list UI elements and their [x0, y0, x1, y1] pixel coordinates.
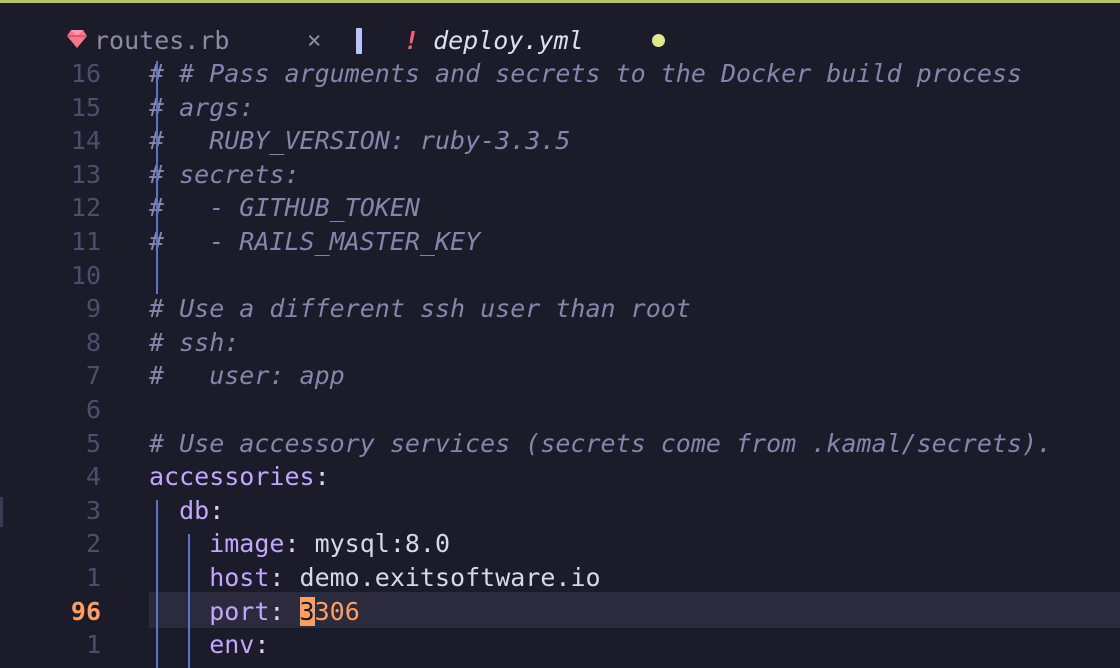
line-number: 4 — [85, 462, 101, 492]
code-line[interactable]: 3 db: — [0, 494, 1120, 528]
code-text: env: — [149, 628, 269, 662]
line-number: 96 — [70, 596, 101, 626]
code-line[interactable]: 10 — [0, 259, 1120, 293]
code-token: image — [149, 529, 285, 559]
code-token: : — [269, 596, 300, 626]
line-number: 1 — [85, 630, 101, 660]
code-line[interactable]: 96 port: 3306 — [0, 595, 1120, 629]
line-number: 8 — [85, 327, 101, 357]
code-line[interactable]: 15 # args: — [0, 91, 1120, 125]
code-line[interactable]: 6 — [0, 393, 1120, 427]
code-token: 306 — [314, 596, 360, 626]
code-line[interactable]: 8 # ssh: — [0, 326, 1120, 360]
code-token: : demo.exitsoftware.io — [269, 563, 601, 592]
code-line[interactable]: 4 accessories: — [0, 460, 1120, 494]
code-line[interactable]: 14 # RUBY_VERSION: ruby-3.3.5 — [0, 124, 1120, 158]
tab-divider — [356, 28, 362, 54]
line-number: 12 — [70, 193, 101, 223]
code-text: # - GITHUB_TOKEN — [149, 191, 420, 225]
code-token: # Use a different ssh user than root — [149, 294, 691, 324]
code-token: # RUBY_VERSION: ruby-3.3.5 — [149, 126, 571, 156]
code-line[interactable]: 11 # - RAILS_MASTER_KEY — [0, 225, 1120, 259]
code-token: # Use accessory services (secrets come f… — [149, 428, 1053, 458]
code-line[interactable]: 1 env: — [0, 628, 1120, 662]
line-number: 10 — [70, 260, 101, 290]
code-line[interactable]: 12 # - GITHUB_TOKEN — [0, 191, 1120, 225]
code-text: # args: — [149, 91, 254, 125]
code-text: # secrets: — [149, 158, 300, 192]
code-token: db — [149, 495, 210, 525]
code-token: # # Pass arguments and secrets to the Do… — [149, 59, 1022, 88]
code-token: env — [149, 630, 255, 660]
indent-guide — [188, 534, 190, 668]
code-token: : mysql:8.0 — [284, 529, 451, 559]
code-text: port: 3306 — [149, 595, 360, 629]
line-number: 6 — [85, 395, 101, 424]
line-number: 15 — [70, 92, 101, 122]
line-number: 7 — [85, 361, 101, 391]
tab-bar: routes.rb × ! deploy.yml — [0, 20, 1120, 60]
indent-guide — [156, 500, 158, 668]
code-token: : — [209, 495, 225, 525]
code-text: host: demo.exitsoftware.io — [149, 561, 601, 595]
window-top-border — [0, 0, 1120, 6]
code-text: # user: app — [149, 359, 345, 393]
code-line[interactable]: 2 image: mysql:8.0 — [0, 527, 1120, 561]
close-tab-icon[interactable]: × — [307, 20, 321, 60]
unsaved-dot-icon[interactable] — [652, 34, 665, 47]
code-token: accessories — [149, 462, 315, 492]
code-line[interactable]: 7 # user: app — [0, 359, 1120, 393]
code-text: accessories: — [149, 460, 330, 494]
line-number: 13 — [70, 159, 101, 189]
indent-guide — [156, 61, 158, 294]
code-token: : — [254, 630, 270, 660]
code-line[interactable]: 5 # Use accessory services (secrets come … — [0, 427, 1120, 461]
code-line[interactable]: 9 # Use a different ssh user than root — [0, 292, 1120, 326]
code-line[interactable]: 1 host: demo.exitsoftware.io — [0, 561, 1120, 595]
ruby-icon — [66, 26, 94, 55]
code-token: : — [314, 462, 330, 492]
code-token: host — [149, 563, 270, 592]
line-number: 14 — [70, 126, 101, 156]
line-number: 1 — [85, 563, 101, 592]
code-text: # ssh: — [149, 326, 239, 360]
code-text: # RUBY_VERSION: ruby-3.3.5 — [149, 124, 570, 158]
code-text: # Use a different ssh user than root — [149, 292, 691, 326]
code-token: port — [149, 596, 270, 626]
code-token: # secrets: — [149, 159, 300, 189]
tab-deploy-yml[interactable]: ! deploy.yml — [404, 20, 584, 60]
code-editor[interactable]: 16 # # Pass arguments and secrets to the … — [0, 57, 1120, 668]
text-cursor: 3 — [299, 596, 315, 626]
tab-routes-rb[interactable]: routes.rb — [66, 20, 229, 60]
line-number: 2 — [85, 529, 101, 559]
line-number: 16 — [70, 59, 101, 88]
code-token: # ssh: — [149, 327, 240, 357]
code-text: db: — [149, 494, 224, 528]
tab-label: deploy.yml — [433, 25, 584, 55]
tab-label: routes.rb — [94, 25, 230, 55]
code-text: # - RAILS_MASTER_KEY — [149, 225, 480, 259]
code-text: # Use accessory services (secrets come f… — [149, 427, 1052, 461]
code-text: image: mysql:8.0 — [149, 527, 450, 561]
code-token: # args: — [149, 92, 255, 122]
code-token: # user: app — [149, 361, 345, 391]
code-text: # # Pass arguments and secrets to the Do… — [149, 57, 1022, 91]
code-line[interactable]: 13 # secrets: — [0, 158, 1120, 192]
line-number: 3 — [85, 495, 101, 525]
line-number: 9 — [85, 294, 101, 324]
code-token: # - GITHUB_TOKEN — [149, 193, 420, 223]
code-token: # - RAILS_MASTER_KEY — [149, 227, 481, 256]
line-number: 11 — [70, 227, 101, 256]
code-line[interactable]: 16 # # Pass arguments and secrets to the … — [0, 57, 1120, 91]
line-number: 5 — [85, 428, 101, 458]
warning-icon: ! — [404, 25, 420, 55]
